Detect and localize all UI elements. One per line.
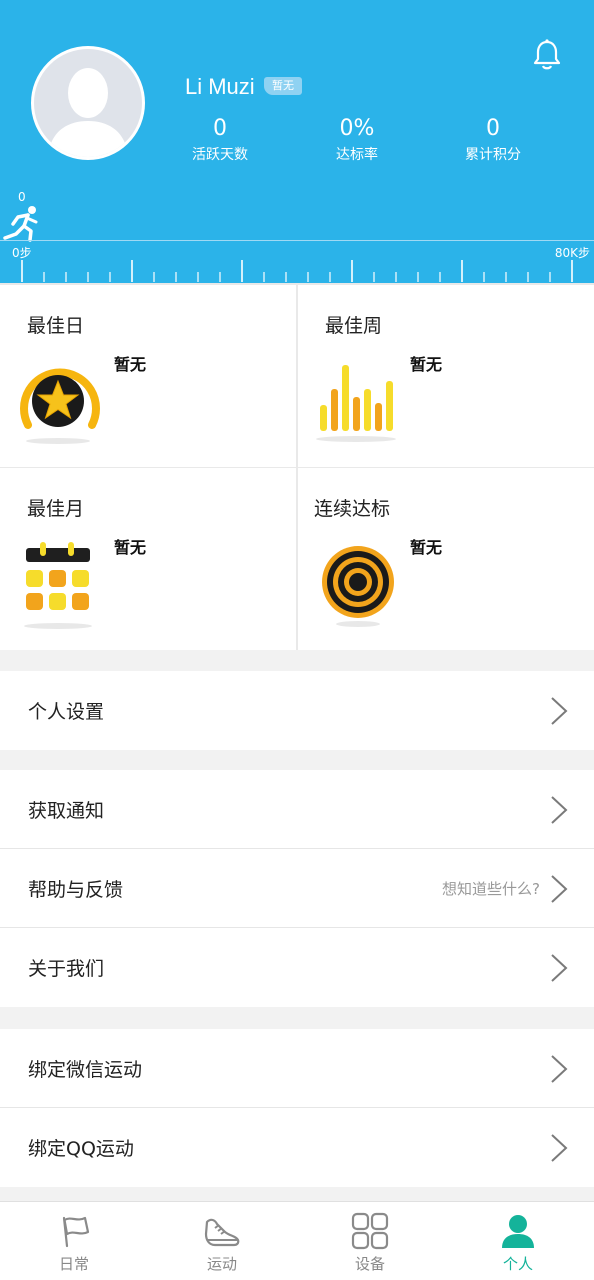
chevron-right-icon	[551, 1055, 568, 1083]
profile-header: Li Muzi 暂无 0 活跃天数 0% 达标率 0 累计积分 0 0步 80K…	[0, 0, 594, 283]
achievement-best-week[interactable]: 最佳周 暂无	[298, 285, 594, 467]
card-value: 暂无	[114, 355, 147, 374]
bottom-tab-bar: 日常 运动 设备 个人	[0, 1201, 594, 1280]
stat-total-points: 0 累计积分	[433, 116, 553, 166]
tab-label: 个人	[502, 1255, 533, 1273]
card-title: 连续达标	[314, 498, 391, 520]
card-value: 暂无	[114, 538, 147, 557]
stat-label: 活跃天数	[192, 147, 248, 163]
menu-item-help-feedback[interactable]: 帮助与反馈 想知道些什么?	[0, 849, 594, 928]
menu-item-personal-settings[interactable]: 个人设置	[0, 671, 594, 750]
tab-daily[interactable]: 日常	[0, 1202, 148, 1280]
person-icon	[502, 1215, 534, 1248]
card-title: 最佳周	[325, 315, 383, 337]
tab-label: 运动	[206, 1255, 237, 1273]
step-scale: 0步 80K步	[0, 240, 594, 283]
stat-label: 达标率	[336, 147, 378, 163]
menu-item-label: 获取通知	[28, 800, 105, 822]
card-title: 最佳月	[27, 498, 85, 520]
runner-icon	[3, 206, 38, 242]
card-title: 最佳日	[27, 315, 85, 337]
menu-item-label: 关于我们	[28, 958, 105, 980]
bell-icon[interactable]	[530, 38, 564, 72]
menu-item-label: 绑定QQ运动	[28, 1138, 134, 1160]
menu-item-label: 帮助与反馈	[28, 879, 124, 901]
achievement-best-month[interactable]: 最佳月 暂无	[0, 468, 296, 650]
card-value: 暂无	[410, 355, 443, 374]
stat-active-days: 0 活跃天数	[160, 116, 280, 166]
chevron-right-icon	[551, 954, 568, 982]
calendar-icon	[24, 542, 92, 629]
username: Li Muzi	[185, 74, 255, 99]
tab-label: 日常	[58, 1255, 89, 1273]
menu-item-bind-qq[interactable]: 绑定QQ运动	[0, 1108, 594, 1187]
tab-exercise[interactable]: 运动	[148, 1202, 296, 1280]
scale-ticks	[21, 260, 573, 282]
stat-value: 0	[486, 116, 500, 141]
stat-goal-rate: 0% 达标率	[297, 116, 417, 166]
shoe-icon	[204, 1218, 240, 1247]
menu-item-bind-wechat[interactable]: 绑定微信运动	[0, 1029, 594, 1108]
default-avatar-icon	[48, 68, 128, 157]
flag-icon	[62, 1216, 90, 1248]
avatar[interactable]	[31, 46, 145, 160]
card-value: 暂无	[410, 538, 443, 557]
stat-value: 0%	[339, 116, 375, 141]
settings-group: 个人设置	[0, 671, 594, 750]
achievements-grid: 最佳日 暂无 最佳周 暂无 最佳月 暂无 连续达标 暂无	[0, 283, 594, 650]
menu-item-hint: 想知道些什么?	[442, 880, 540, 898]
tab-label: 设备	[354, 1255, 385, 1273]
achievement-best-day[interactable]: 最佳日 暂无	[0, 285, 296, 467]
level-badge: 暂无	[264, 77, 302, 95]
menu-item-about-us[interactable]: 关于我们	[0, 928, 594, 1007]
target-icon	[322, 546, 394, 627]
menu-item-label: 绑定微信运动	[28, 1059, 143, 1081]
chevron-right-icon	[551, 796, 568, 824]
tab-profile[interactable]: 个人	[444, 1202, 592, 1280]
menu-item-notifications[interactable]: 获取通知	[0, 770, 594, 849]
chevron-right-icon	[551, 697, 568, 725]
chevron-right-icon	[551, 1134, 568, 1162]
grid-icon	[351, 1212, 389, 1250]
bar-chart-icon	[316, 365, 396, 442]
binding-group: 绑定微信运动 绑定QQ运动	[0, 1029, 594, 1187]
tab-devices[interactable]: 设备	[296, 1202, 444, 1280]
info-group: 获取通知 帮助与反馈 想知道些什么? 关于我们	[0, 770, 594, 1007]
star-medal-icon	[20, 368, 100, 444]
stat-value: 0	[213, 116, 227, 141]
runner-step-count: 0	[18, 190, 26, 204]
stat-label: 累计积分	[465, 147, 521, 163]
menu-item-label: 个人设置	[28, 701, 105, 723]
achievement-streak[interactable]: 连续达标 暂无	[298, 468, 594, 650]
chevron-right-icon	[551, 875, 568, 903]
